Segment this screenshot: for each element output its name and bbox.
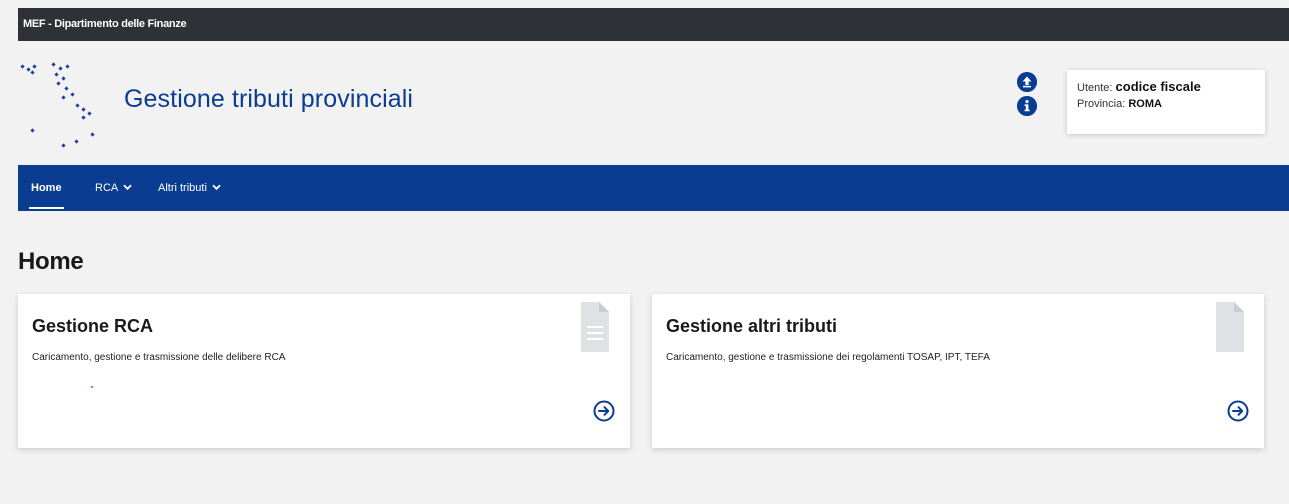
nav-label: Altri tributi <box>158 182 207 194</box>
main-nav: Home RCA Altri tributi <box>18 165 1289 211</box>
user-line: Utente: codice fiscale <box>1077 79 1255 96</box>
document-text-icon <box>581 302 609 352</box>
card-description: Caricamento, gestione e trasmissione del… <box>32 352 286 363</box>
chevron-down-icon <box>212 184 221 190</box>
logo-icon <box>20 62 95 148</box>
card-gestione-altri-tributi[interactable]: Gestione altri tributi Caricamento, gest… <box>652 294 1264 448</box>
user-value: codice fiscale <box>1115 79 1201 94</box>
nav-item-home[interactable]: Home <box>29 165 64 211</box>
document-blank-icon <box>1216 302 1244 352</box>
top-bar: MEF - Dipartimento delle Finanze <box>18 8 1289 41</box>
province-label: Provincia: <box>1077 98 1126 110</box>
top-bar-label: MEF - Dipartimento delle Finanze <box>23 18 187 30</box>
arrow-right-circle-icon[interactable] <box>593 400 615 422</box>
province-value: ROMA <box>1128 98 1162 110</box>
upload-icon[interactable] <box>1017 72 1037 92</box>
card-gestione-rca[interactable]: Gestione RCA Caricamento, gestione e tra… <box>18 294 630 448</box>
chevron-down-icon <box>123 184 132 190</box>
user-label: Utente: <box>1077 82 1113 94</box>
page-title: Home <box>18 248 84 275</box>
arrow-right-circle-icon[interactable] <box>1227 400 1249 422</box>
nav-label: RCA <box>95 182 118 194</box>
province-line: Provincia: ROMA <box>1077 96 1255 112</box>
card-description: Caricamento, gestione e trasmissione dei… <box>666 352 990 363</box>
nav-item-rca[interactable]: RCA <box>95 165 132 211</box>
app-title: Gestione tributi provinciali <box>124 85 414 113</box>
user-info-box: Utente: codice fiscale Provincia: ROMA <box>1067 70 1265 134</box>
card-title: Gestione altri tributi <box>666 316 838 336</box>
card-title: Gestione RCA <box>32 316 154 336</box>
nav-item-altri-tributi[interactable]: Altri tributi <box>158 165 221 211</box>
red-dot <box>91 386 93 388</box>
header-icons <box>1017 72 1037 120</box>
header: Gestione tributi provinciali Utente: cod… <box>18 41 1289 165</box>
nav-label: Home <box>31 182 62 194</box>
info-icon[interactable] <box>1017 96 1037 116</box>
